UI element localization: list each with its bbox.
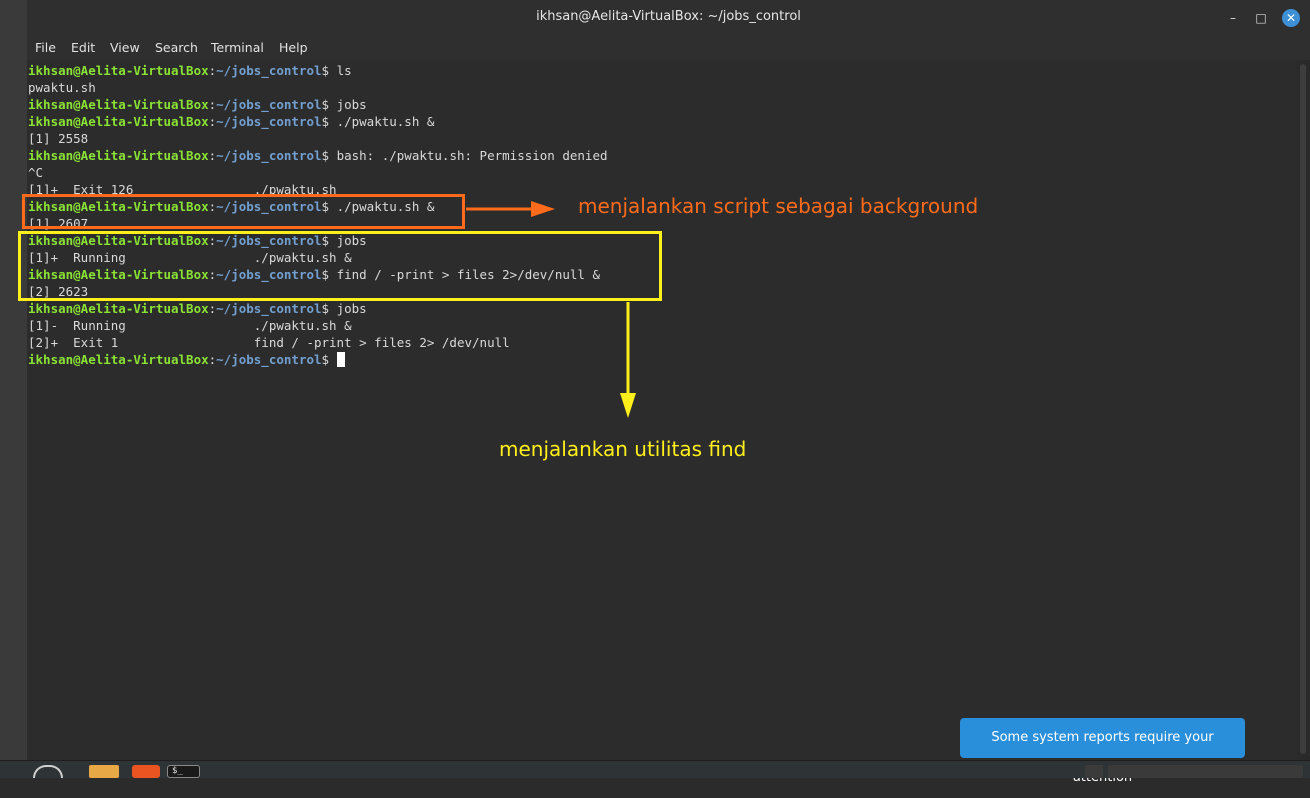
annotation-background-script: menjalankan script sebagai background bbox=[578, 194, 979, 218]
system-reports-notification[interactable]: Some system reports require your attenti… bbox=[960, 718, 1245, 785]
tray-area bbox=[1108, 765, 1303, 778]
update-manager-icon[interactable] bbox=[132, 765, 160, 778]
yellow-arrow bbox=[620, 302, 636, 418]
tray-icon[interactable] bbox=[1085, 765, 1103, 778]
menu-icon[interactable] bbox=[33, 765, 63, 778]
taskbar: $_ bbox=[0, 760, 1310, 778]
files-icon[interactable] bbox=[89, 765, 119, 778]
annotation-find-utility: menjalankan utilitas find bbox=[499, 437, 747, 461]
terminal-icon[interactable]: $_ bbox=[167, 765, 200, 778]
orange-arrow bbox=[466, 201, 555, 217]
annotation-arrows bbox=[466, 201, 636, 418]
